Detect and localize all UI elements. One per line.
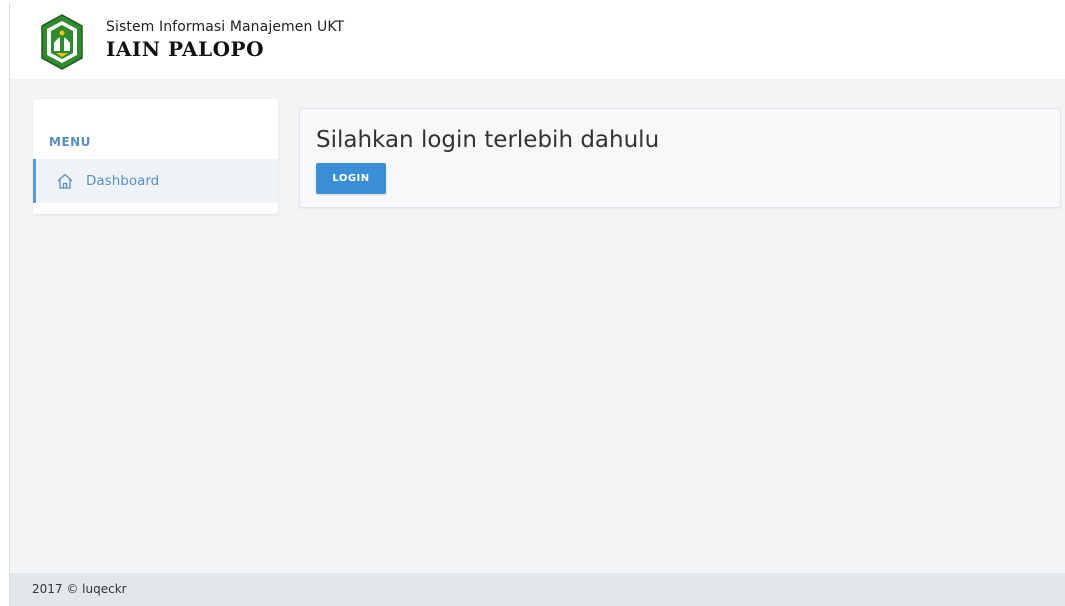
iain-palopo-logo bbox=[41, 14, 83, 70]
app-frame: Sistem Informasi Manajemen UKT IAIN PALO… bbox=[9, 3, 1065, 606]
sidebar-item-label: Dashboard bbox=[86, 173, 160, 189]
home-icon bbox=[56, 172, 74, 190]
footer: 2017 © luqeckr bbox=[10, 573, 1065, 606]
app-subtitle: Sistem Informasi Manajemen UKT bbox=[106, 19, 345, 35]
login-button[interactable]: LOGIN bbox=[316, 163, 386, 194]
menu-heading: MENU bbox=[49, 135, 91, 149]
footer-copyright: 2017 © luqeckr bbox=[32, 582, 127, 596]
header: Sistem Informasi Manajemen UKT IAIN PALO… bbox=[10, 3, 1065, 79]
sidebar: MENU Dashboard bbox=[33, 99, 278, 214]
sidebar-item-dashboard[interactable]: Dashboard bbox=[33, 159, 278, 203]
app-title: IAIN PALOPO bbox=[106, 37, 265, 61]
login-message: Silahkan login terlebih dahulu bbox=[316, 127, 660, 153]
login-prompt-panel: Silahkan login terlebih dahulu LOGIN bbox=[299, 108, 1061, 208]
